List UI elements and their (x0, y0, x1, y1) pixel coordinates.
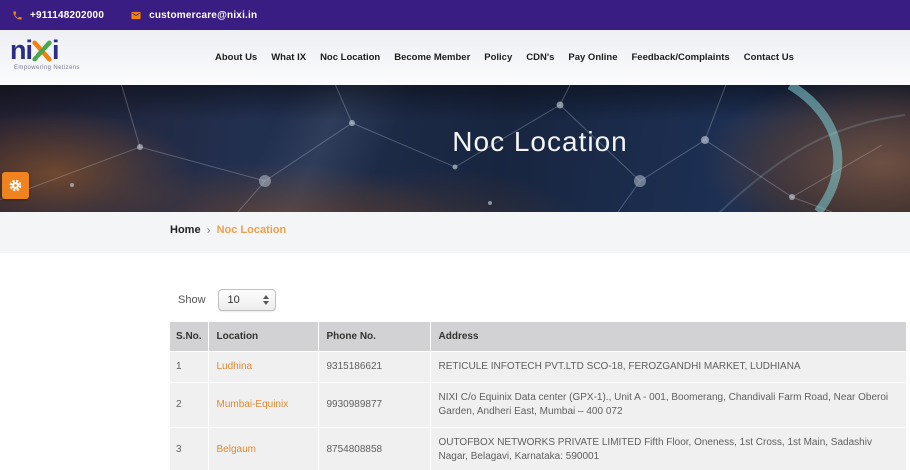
page: +911148202000 customercare@nixi.in ni i … (0, 0, 910, 470)
mail-icon (130, 10, 142, 21)
table-length-control: Show 10 (178, 289, 910, 311)
nav-contact-us[interactable]: Contact Us (744, 52, 794, 63)
top-contact-bar: +911148202000 customercare@nixi.in (0, 0, 910, 30)
cell-sno: 1 (170, 352, 208, 383)
show-label: Show (178, 294, 206, 306)
breadcrumb-separator-icon: › (207, 223, 211, 237)
table-row: 1 Ludhina 9315186621 RETICULE INFOTECH P… (170, 352, 906, 383)
breadcrumb-band: Home › Noc Location (0, 212, 910, 253)
hero-banner: Noc Location (0, 85, 910, 212)
cell-address: RETICULE INFOTECH PVT.LTD SCO-18, FEROZG… (430, 352, 906, 383)
location-link[interactable]: Mumbai-Equinix (217, 399, 289, 410)
main-content: Show 10 S.No. Location Phone No. Address (0, 253, 910, 470)
page-title: Noc Location (170, 126, 910, 158)
phone-icon (12, 10, 23, 21)
cell-sno: 2 (170, 383, 208, 428)
nav-feedback-complaints[interactable]: Feedback/Complaints (632, 52, 730, 63)
cell-sno: 3 (170, 428, 208, 470)
phone-contact[interactable]: +911148202000 (12, 10, 104, 21)
breadcrumb-home-link[interactable]: Home (170, 224, 201, 236)
page-size-select[interactable]: 10 (218, 289, 276, 311)
header-sno[interactable]: S.No. (170, 322, 208, 352)
cell-address: OUTOFBOX NETWORKS PRIVATE LIMITED Fifth … (430, 428, 906, 470)
noc-locations-table: S.No. Location Phone No. Address 1 Ludhi… (170, 321, 906, 470)
email-contact[interactable]: customercare@nixi.in (130, 10, 257, 21)
nixi-logo[interactable]: ni i Empowering Netizens (10, 37, 100, 71)
table-header-row: S.No. Location Phone No. Address (170, 322, 906, 352)
phone-number: +911148202000 (30, 10, 104, 21)
location-link[interactable]: Ludhina (217, 361, 253, 372)
nav-about-us[interactable]: About Us (215, 52, 257, 63)
gear-icon (8, 178, 23, 193)
location-link[interactable]: Belgaum (217, 444, 256, 455)
logo-tagline: Empowering Netizens (10, 65, 100, 71)
header-location[interactable]: Location (208, 322, 318, 352)
select-spinner-icon (263, 295, 269, 305)
header-address[interactable]: Address (430, 322, 906, 352)
header-phone[interactable]: Phone No. (318, 322, 430, 352)
email-address: customercare@nixi.in (149, 10, 257, 21)
breadcrumb: Home › Noc Location (170, 223, 286, 237)
cell-phone: 9315186621 (318, 352, 430, 383)
site-header: ni i Empowering Netizens About Us What I… (0, 30, 910, 85)
main-nav: About Us What IX Noc Location Become Mem… (215, 30, 794, 85)
nav-what-ix[interactable]: What IX (271, 52, 306, 63)
breadcrumb-current: Noc Location (217, 224, 287, 236)
cell-phone: 9930989877 (318, 383, 430, 428)
nav-cdns[interactable]: CDN's (526, 52, 554, 63)
cell-address: NIXI C/o Equinix Data center (GPX-1)., U… (430, 383, 906, 428)
nav-policy[interactable]: Policy (484, 52, 512, 63)
settings-gear-button[interactable] (2, 172, 29, 199)
nav-become-member[interactable]: Become Member (394, 52, 470, 63)
page-size-value: 10 (228, 294, 240, 306)
cell-phone: 8754808858 (318, 428, 430, 470)
table-row: 3 Belgaum 8754808858 OUTOFBOX NETWORKS P… (170, 428, 906, 470)
logo-text-ni: ni (10, 37, 32, 63)
logo-wordmark: ni i (10, 37, 59, 63)
nav-pay-online[interactable]: Pay Online (568, 52, 617, 63)
logo-x-icon (31, 39, 53, 63)
nav-noc-location[interactable]: Noc Location (320, 52, 380, 63)
table-row: 2 Mumbai-Equinix 9930989877 NIXI C/o Equ… (170, 383, 906, 428)
